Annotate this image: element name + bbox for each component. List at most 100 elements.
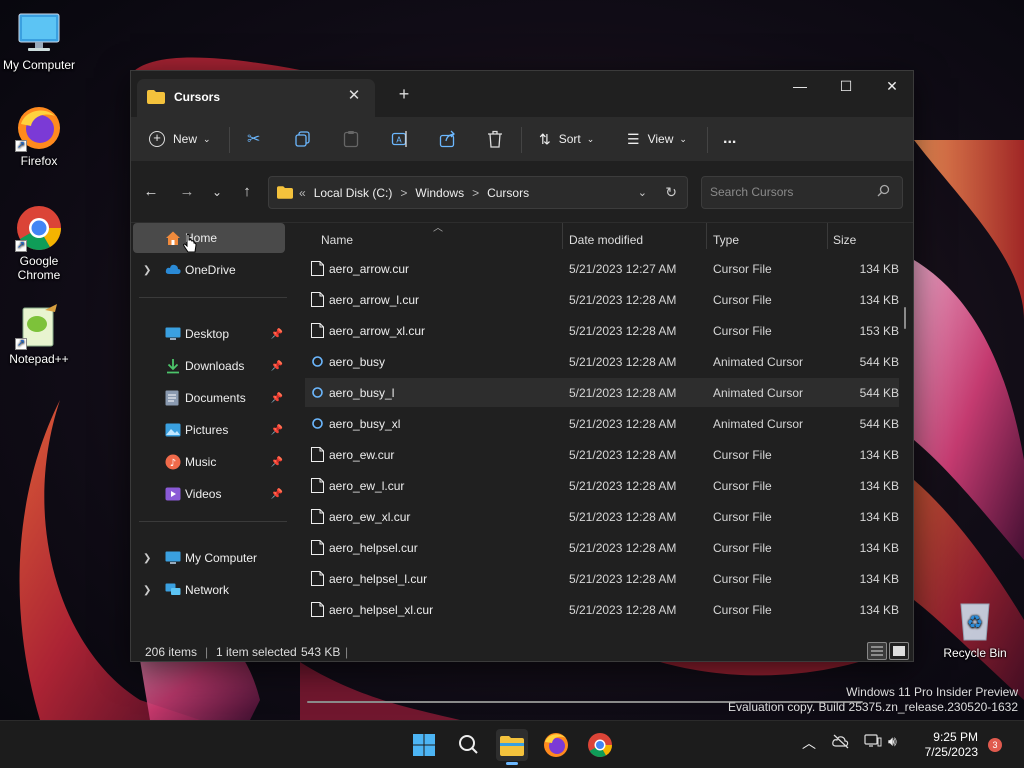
up-button[interactable]: ↑	[235, 181, 259, 203]
network-tray-icon[interactable]	[864, 733, 882, 752]
sort-button[interactable]: ⇅ Sort ⌄	[539, 125, 594, 153]
download-icon	[165, 358, 181, 374]
search-box[interactable]	[701, 176, 903, 209]
nav-item-network[interactable]: ❯ Network	[133, 575, 285, 605]
file-size: 134 KB	[859, 293, 899, 307]
back-button[interactable]: ←	[139, 181, 163, 203]
pin-icon[interactable]: 📌	[271, 457, 283, 468]
copy-icon	[295, 131, 310, 147]
chevron-right-icon[interactable]: ❯	[143, 265, 151, 276]
recent-locations-button[interactable]: ⌄	[205, 181, 229, 203]
close-tab-icon[interactable]: ✕	[343, 85, 365, 107]
file-row[interactable]: aero_arrow.cur 5/21/2023 12:27 AM Cursor F…	[305, 254, 899, 283]
refresh-icon[interactable]: ↻	[665, 184, 677, 201]
desktop-icon-recycle-bin[interactable]: ♻ Recycle Bin	[936, 596, 1014, 660]
desktop-icon-label: Firefox	[20, 154, 58, 168]
desktop-icon-chrome[interactable]: ↗ Google Chrome	[0, 204, 78, 282]
tab-cursors[interactable]: Cursors ✕	[137, 79, 375, 117]
pin-icon[interactable]: 📌	[271, 361, 283, 372]
view-button[interactable]: ☰ View ⌄	[627, 125, 687, 153]
more-options-button[interactable]: ...	[723, 125, 736, 153]
column-header-date-modified[interactable]: Date modified	[569, 233, 643, 247]
file-row[interactable]: aero_arrow_l.cur 5/21/2023 12:28 AM Cursor…	[305, 285, 899, 314]
file-row[interactable]: aero_helpsel.cur 5/21/2023 12:28 AM Cursor…	[305, 533, 899, 562]
nav-item-onedrive[interactable]: ❯ OneDrive	[133, 255, 285, 285]
pin-icon[interactable]: 📌	[271, 393, 283, 404]
onedrive-offline-icon[interactable]	[832, 733, 850, 752]
file-row[interactable]: aero_busy_xl 5/21/2023 12:28 AM Animated C…	[305, 409, 899, 438]
nav-item-my-computer[interactable]: ❯ My Computer	[133, 543, 285, 573]
column-header-name[interactable]: Name	[321, 233, 353, 247]
file-date-modified: 5/21/2023 12:28 AM	[569, 324, 677, 338]
file-name: aero_helpsel_xl.cur	[329, 603, 434, 617]
close-window-button[interactable]: ✕	[869, 71, 915, 101]
breadcrumb-separator[interactable]: >	[400, 186, 407, 200]
desktop-icon-my-computer[interactable]: My Computer	[0, 8, 78, 72]
address-dropdown-icon[interactable]: ⌄	[638, 186, 647, 199]
column-header-size[interactable]: Size	[833, 233, 856, 247]
chevron-right-icon[interactable]: ❯	[143, 553, 151, 564]
minimize-button[interactable]: —	[777, 71, 823, 101]
column-header-type[interactable]: Type	[713, 233, 739, 247]
search-input[interactable]	[710, 185, 870, 199]
nav-item-videos[interactable]: Videos 📌	[133, 479, 285, 509]
nav-item-home[interactable]: Home	[133, 223, 285, 253]
file-row[interactable]: aero_ew_l.cur 5/21/2023 12:28 AM Cursor Fi…	[305, 471, 899, 500]
taskbar-chrome[interactable]	[584, 729, 616, 761]
taskbar-file-explorer[interactable]	[496, 729, 528, 765]
file-row[interactable]: aero_busy 5/21/2023 12:28 AM Animated Curs…	[305, 347, 899, 376]
show-hidden-icons-chevron[interactable]: ︿	[802, 733, 816, 753]
file-row[interactable]: aero_ew_xl.cur 5/21/2023 12:28 AM Cursor F…	[305, 502, 899, 531]
breadcrumb-cursors[interactable]: Cursors	[487, 186, 529, 200]
new-tab-button[interactable]: +	[393, 84, 415, 106]
address-overflow-chevron[interactable]: «	[299, 186, 306, 200]
vertical-scrollbar[interactable]	[904, 307, 906, 329]
start-button[interactable]	[408, 729, 440, 761]
cut-button[interactable]: ✂	[247, 125, 260, 153]
forward-button[interactable]: →	[175, 181, 199, 203]
notification-badge[interactable]: 3	[988, 738, 1002, 752]
file-size: 544 KB	[859, 417, 899, 431]
file-type: Animated Cursor	[713, 417, 804, 431]
file-date-modified: 5/21/2023 12:28 AM	[569, 510, 677, 524]
breadcrumb-separator[interactable]: >	[472, 186, 479, 200]
desktop-icon-firefox[interactable]: ↗ Firefox	[0, 104, 78, 168]
navigation-pane: Home ❯ OneDrive Desktop 📌 Downloads 📌 Do…	[131, 223, 291, 633]
maximize-button[interactable]: ☐	[823, 71, 869, 101]
pin-icon[interactable]: 📌	[271, 489, 283, 500]
share-button[interactable]	[439, 125, 457, 153]
picture-icon	[165, 423, 181, 439]
nav-item-desktop[interactable]: Desktop 📌	[133, 319, 285, 349]
file-row[interactable]: aero_helpsel_xl.cur 5/21/2023 12:28 AM Cur…	[305, 595, 899, 624]
file-date-modified: 5/21/2023 12:28 AM	[569, 541, 677, 555]
volume-icon[interactable]: 🔊︎	[888, 733, 897, 750]
delete-button[interactable]	[487, 125, 503, 153]
file-row[interactable]: aero_arrow_xl.cur 5/21/2023 12:28 AM Curso…	[305, 316, 899, 345]
rename-button[interactable]: A	[391, 125, 409, 153]
file-row[interactable]: aero_busy_l 5/21/2023 12:28 AM Animated Cu…	[305, 378, 899, 407]
thumbnails-view-button[interactable]	[889, 642, 909, 660]
nav-item-downloads[interactable]: Downloads 📌	[133, 351, 285, 381]
file-row[interactable]: aero_ew.cur 5/21/2023 12:28 AM Cursor File…	[305, 440, 899, 469]
file-row[interactable]: aero_helpsel_l.cur 5/21/2023 12:28 AM Curs…	[305, 564, 899, 593]
shortcut-arrow-icon: ↗	[15, 240, 27, 252]
details-view-button[interactable]	[867, 642, 887, 660]
breadcrumb-windows[interactable]: Windows	[415, 186, 464, 200]
chevron-right-icon[interactable]: ❯	[143, 585, 151, 596]
file-size: 134 KB	[859, 262, 899, 276]
nav-item-music[interactable]: ♪ Music 📌	[133, 447, 285, 477]
paste-button[interactable]	[343, 125, 359, 153]
new-button[interactable]: + New ⌄	[149, 125, 211, 153]
nav-item-pictures[interactable]: Pictures 📌	[133, 415, 285, 445]
search-button[interactable]	[452, 729, 484, 761]
desktop-icon-notepadpp[interactable]: ↗ Notepad++	[0, 302, 78, 366]
taskbar-firefox[interactable]	[540, 729, 572, 761]
pin-icon[interactable]: 📌	[271, 329, 283, 340]
copy-button[interactable]	[295, 125, 311, 153]
address-bar[interactable]: « Local Disk (C:) > Windows > Cursors ⌄ …	[268, 176, 688, 209]
nav-item-documents[interactable]: Documents 📌	[133, 383, 285, 413]
breadcrumb-local-disk[interactable]: Local Disk (C:)	[314, 186, 393, 200]
clock[interactable]: 9:25 PM 7/25/2023	[906, 730, 978, 760]
pin-icon[interactable]: 📌	[271, 425, 283, 436]
firefox-icon: ↗	[15, 104, 63, 152]
